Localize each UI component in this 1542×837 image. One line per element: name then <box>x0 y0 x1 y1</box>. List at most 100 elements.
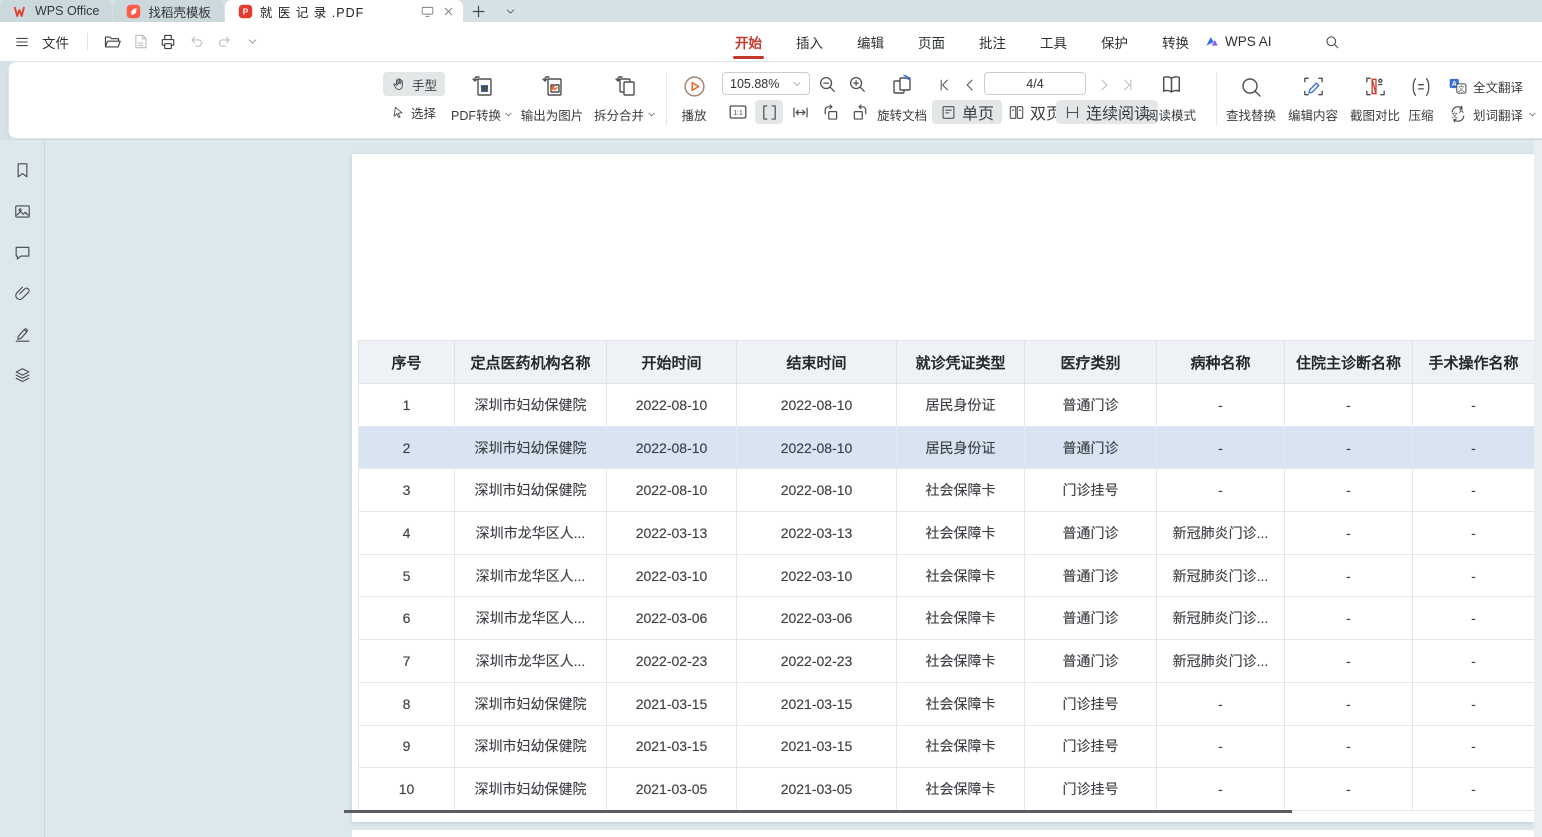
pdf-convert-tool[interactable]: W PDF转换 <box>442 69 522 124</box>
page-number-input[interactable]: 4/4 <box>984 72 1086 95</box>
table-cell: - <box>1157 469 1285 512</box>
attachments-panel-icon[interactable] <box>10 281 34 305</box>
table-row: 10深圳市妇幼保健院2021-03-052021-03-05社会保障卡门诊挂号-… <box>359 768 1535 811</box>
table-cell: - <box>1285 554 1413 597</box>
table-cell: 普通门诊 <box>1025 512 1157 555</box>
find-replace-icon <box>1239 75 1263 99</box>
rotate-left-button[interactable] <box>817 100 843 124</box>
hamburger-menu-icon[interactable] <box>10 30 34 54</box>
menu-批注[interactable]: 批注 <box>977 23 1008 61</box>
read-mode-tool[interactable]: 阅读模式 <box>1144 69 1198 124</box>
table-cell: - <box>1413 725 1535 768</box>
table-header-cell: 序号 <box>359 341 455 384</box>
fit-width-icon <box>790 102 811 123</box>
compress-tool[interactable]: 压缩 <box>1401 69 1441 124</box>
table-cell: - <box>1157 768 1285 811</box>
tab-docer-templates[interactable]: 找稻壳模板 <box>113 0 224 22</box>
table-cell: 深圳市妇幼保健院 <box>455 725 607 768</box>
zoom-in-button[interactable] <box>847 74 867 94</box>
comments-panel-icon[interactable] <box>10 240 34 264</box>
table-header-row: 序号定点医药机构名称开始时间结束时间就诊凭证类型医疗类别病种名称住院主诊断名称手… <box>359 341 1535 384</box>
book-icon <box>1158 72 1185 99</box>
menu-开始[interactable]: 开始 <box>733 23 764 61</box>
close-tab-icon[interactable] <box>442 5 455 18</box>
select-tool-button[interactable]: 选择 <box>383 100 444 124</box>
table-cell: 2022-02-23 <box>607 640 737 683</box>
table-cell: - <box>1157 682 1285 725</box>
signature-panel-icon[interactable] <box>10 322 34 346</box>
layers-panel-icon[interactable] <box>10 363 34 387</box>
table-cell: - <box>1285 469 1413 512</box>
table-row: 5深圳市龙华区人...2022-03-102022-03-10社会保障卡普通门诊… <box>359 554 1535 597</box>
tab-list-chevron-icon[interactable] <box>500 1 522 21</box>
table-row: 7深圳市龙华区人...2022-02-232022-02-23社会保障卡普通门诊… <box>359 640 1535 683</box>
table-cell: 2022-08-10 <box>607 469 737 512</box>
table-cell: 2022-08-10 <box>737 426 897 469</box>
actual-size-button[interactable]: 1:1 <box>725 100 751 124</box>
rotate-document-tool[interactable]: 旋转文档 <box>874 69 930 124</box>
svg-text:P: P <box>243 7 249 16</box>
menu-插入[interactable]: 插入 <box>794 23 825 61</box>
redo-icon[interactable] <box>212 30 236 54</box>
table-cell: 新冠肺炎门诊... <box>1157 597 1285 640</box>
screenshot-compare-tool[interactable]: 截图对比 <box>1344 69 1406 124</box>
word-translate-tool[interactable]: 文A 划词翻译 <box>1448 104 1537 124</box>
menu-工具[interactable]: 工具 <box>1038 23 1069 61</box>
edit-content-tool[interactable]: 编辑内容 <box>1282 69 1344 124</box>
zoom-level-select[interactable]: 105.88% <box>722 72 810 95</box>
monitor-icon[interactable] <box>420 4 435 19</box>
bookmarks-panel-icon[interactable] <box>10 158 34 182</box>
full-translate-tool[interactable]: A文 全文翻译 <box>1448 76 1523 96</box>
vertical-scrollbar[interactable] <box>1534 140 1542 837</box>
table-cell: 2021-03-05 <box>737 768 897 811</box>
menu-编辑[interactable]: 编辑 <box>855 23 886 61</box>
table-cell: 4 <box>359 512 455 555</box>
table-row: 2深圳市妇幼保健院2022-08-102022-08-10居民身份证普通门诊--… <box>359 426 1535 469</box>
tab-label: WPS Office <box>35 4 99 18</box>
full-translate-icon: A文 <box>1448 76 1468 96</box>
table-cell: 普通门诊 <box>1025 426 1157 469</box>
print-icon[interactable] <box>156 30 180 54</box>
tab-document[interactable]: P 就 医 记 录 .PDF <box>225 0 463 22</box>
menu-search-icon[interactable] <box>1324 34 1340 50</box>
last-page-button[interactable] <box>1120 77 1136 93</box>
table-cell: 社会保障卡 <box>897 682 1025 725</box>
one-to-one-icon: 1:1 <box>727 101 749 123</box>
save-icon[interactable] <box>128 30 152 54</box>
undo-icon[interactable] <box>184 30 208 54</box>
continuous-read-button[interactable]: 连续阅读 <box>1056 100 1158 124</box>
tab-wps-office[interactable]: WPS Office <box>0 0 112 22</box>
menu-保护[interactable]: 保护 <box>1099 23 1130 61</box>
single-page-button[interactable]: 单页 <box>932 100 1002 124</box>
fit-page-button[interactable] <box>755 100 783 124</box>
table-cell: - <box>1157 426 1285 469</box>
table-cell: 5 <box>359 554 455 597</box>
thumbnails-panel-icon[interactable] <box>10 199 34 223</box>
table-cell: 社会保障卡 <box>897 554 1025 597</box>
split-merge-tool[interactable]: 拆分合并 <box>584 69 666 124</box>
pdf-convert-icon: W <box>469 73 495 99</box>
previous-page-button[interactable] <box>962 77 978 93</box>
fit-width-button[interactable] <box>787 100 813 124</box>
rotate-right-button[interactable] <box>847 100 873 124</box>
table-cell: - <box>1413 597 1535 640</box>
undo-history-chevron-icon[interactable] <box>240 30 264 54</box>
first-page-button[interactable] <box>936 77 952 93</box>
rotate-document-icon <box>889 73 915 99</box>
file-menu[interactable]: 文件 <box>42 32 69 52</box>
hand-tool-button[interactable]: 手型 <box>383 72 445 96</box>
export-image-tool[interactable]: 输出为图片 <box>512 69 592 124</box>
play-tool[interactable]: 播放 <box>672 69 716 124</box>
table-cell: 门诊挂号 <box>1025 682 1157 725</box>
next-page-button[interactable] <box>1096 77 1112 93</box>
find-replace-tool[interactable]: 查找替换 <box>1220 69 1282 124</box>
table-cell: - <box>1413 426 1535 469</box>
table-cell: 深圳市龙华区人... <box>455 554 607 597</box>
new-tab-button[interactable] <box>468 1 490 21</box>
table-cell: 社会保障卡 <box>897 725 1025 768</box>
menu-转换[interactable]: 转换 <box>1160 23 1191 61</box>
zoom-out-button[interactable] <box>817 74 837 94</box>
menu-页面[interactable]: 页面 <box>916 23 947 61</box>
wps-ai-button[interactable]: WPS AI <box>1204 34 1272 49</box>
open-file-icon[interactable] <box>100 30 124 54</box>
